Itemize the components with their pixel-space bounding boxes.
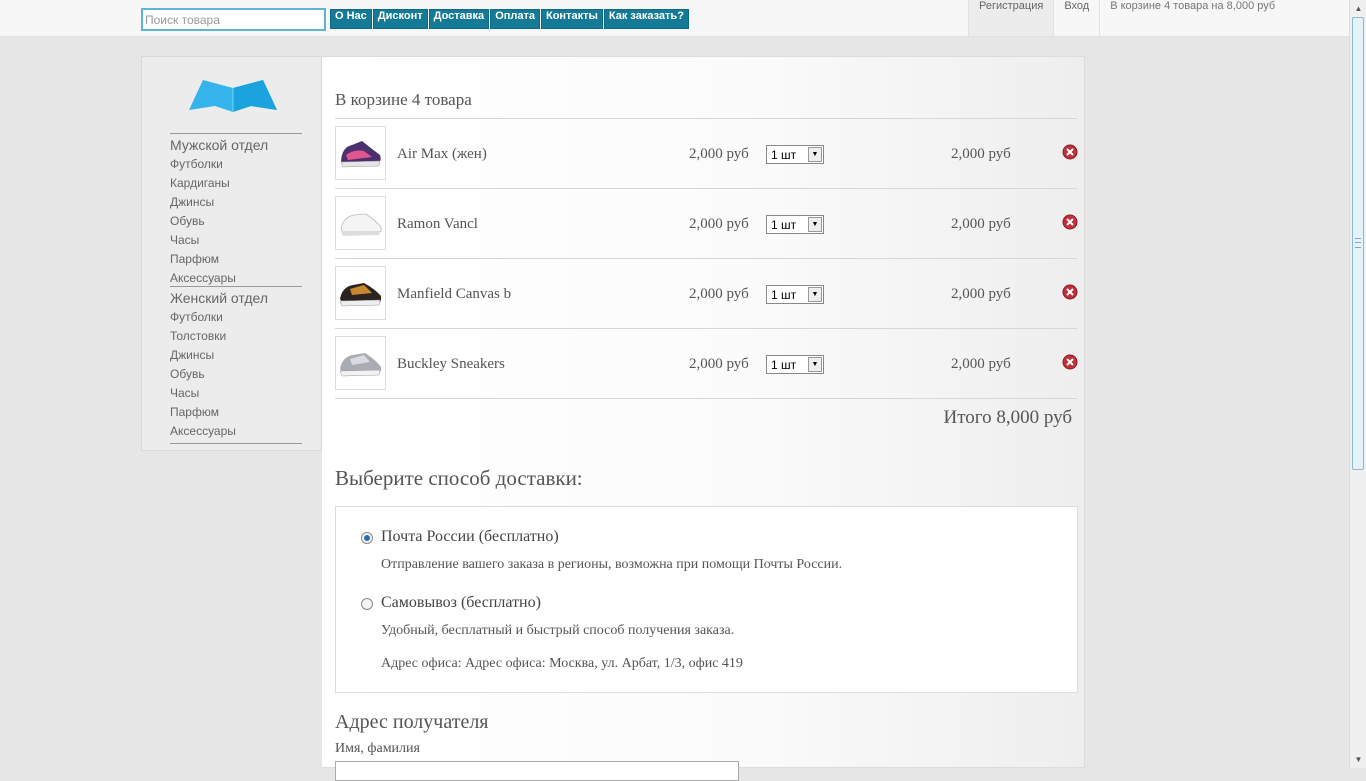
top-bar: О Нас Дисконт Доставка Оплата Контакты К…	[0, 0, 1349, 37]
nav-payment[interactable]: Оплата	[490, 9, 540, 29]
women-item-accessories[interactable]: Аксессуары	[170, 422, 302, 441]
chevron-down-icon[interactable]: ▼	[808, 217, 822, 232]
quantity-value: 1 шт	[771, 218, 797, 232]
name-field[interactable]	[335, 761, 739, 781]
product-price: 2,000 руб	[689, 356, 749, 372]
cart-row: Buckley Sneakers 2,000 руб 1 шт ▼ 2,000 р…	[335, 328, 1078, 399]
sneaker-image-icon	[339, 353, 382, 377]
row-total: 2,000 руб	[951, 216, 1011, 232]
women-item-hoodies[interactable]: Толстовки	[170, 327, 302, 346]
product-price: 2,000 руб	[689, 216, 749, 232]
women-category-title[interactable]: Женский отдел	[170, 286, 302, 308]
product-thumbnail[interactable]	[335, 126, 386, 180]
product-name[interactable]: Ramon Vancl	[397, 216, 478, 233]
scroll-thumb[interactable]	[1352, 17, 1364, 470]
women-item-tshirts[interactable]: Футболки	[170, 308, 302, 327]
nav-how-to-order[interactable]: Как заказать?	[603, 9, 689, 29]
cart-divider	[335, 398, 1077, 399]
cart-row: Ramon Vancl 2,000 руб 1 шт ▼ 2,000 руб	[335, 188, 1078, 259]
sneaker-image-icon	[340, 213, 382, 236]
cart-row: Manfield Canvas b 2,000 руб 1 шт ▼ 2,000 …	[335, 258, 1078, 329]
cart-title: В корзине 4 товара	[335, 90, 472, 109]
women-item-perfume[interactable]: Парфюм	[170, 403, 302, 422]
delivery-radio-post[interactable]	[361, 532, 373, 544]
nav-contacts[interactable]: Контакты	[541, 9, 603, 29]
product-price: 2,000 руб	[689, 286, 749, 302]
login-link[interactable]: Вход	[1053, 0, 1099, 36]
cart-main: В корзине 4 товара Air Max (жен) 2,000 р…	[322, 56, 1085, 781]
product-price: 2,000 руб	[689, 146, 749, 162]
quantity-value: 1 шт	[771, 148, 797, 162]
men-item-shoes[interactable]: Обувь	[170, 212, 302, 231]
quantity-select[interactable]: 1 шт ▼	[766, 285, 824, 304]
user-links: Регистрация Вход В корзине 4 товара на 8…	[968, 0, 1285, 36]
delivery-option-name[interactable]: Самовывоз (бесплатно)	[381, 594, 541, 612]
women-item-watches[interactable]: Часы	[170, 384, 302, 403]
sneaker-image-icon	[339, 283, 382, 307]
search-input[interactable]	[141, 8, 326, 31]
women-category: Женский отдел Футболки Толстовки Джинсы …	[170, 286, 302, 444]
remove-item-icon[interactable]	[1062, 214, 1078, 230]
main-nav: О Нас Дисконт Доставка Оплата Контакты К…	[330, 9, 690, 29]
scroll-up-arrow-icon[interactable]: ▲	[1351, 0, 1366, 17]
product-name[interactable]: Buckley Sneakers	[397, 356, 505, 373]
nav-about[interactable]: О Нас	[330, 9, 372, 29]
recipient-title: Адрес получателя	[335, 711, 489, 733]
men-item-watches[interactable]: Часы	[170, 231, 302, 250]
delivery-option-desc: Отправление вашего заказа в регионы, воз…	[381, 557, 843, 572]
product-thumbnail[interactable]	[335, 266, 386, 320]
men-category: Мужской отдел Футболки Кардиганы Джинсы …	[170, 133, 302, 288]
men-item-tshirts[interactable]: Футболки	[170, 155, 302, 174]
page-scrollbar[interactable]: ▲ ▼	[1349, 0, 1366, 768]
delivery-options: Почта России (бесплатно) Отправление ваш…	[335, 506, 1078, 693]
nav-discount[interactable]: Дисконт	[372, 9, 428, 29]
quantity-select[interactable]: 1 шт ▼	[766, 215, 824, 234]
category-divider	[170, 443, 302, 444]
row-total: 2,000 руб	[951, 286, 1011, 302]
category-sidebar: Мужской отдел Футболки Кардиганы Джинсы …	[141, 56, 322, 451]
women-item-jeans[interactable]: Джинсы	[170, 346, 302, 365]
scroll-down-arrow-icon[interactable]: ▼	[1351, 751, 1366, 768]
delivery-option-desc: Удобный, бесплатный и быстрый способ пол…	[381, 623, 735, 638]
sneaker-image-icon	[340, 141, 381, 168]
quantity-value: 1 шт	[771, 358, 797, 372]
name-field-label: Имя, фамилия	[335, 741, 420, 756]
pickup-address: Адрес офиса: Адрес офиса: Москва, ул. Ар…	[381, 656, 743, 671]
shop-logo-icon[interactable]	[189, 78, 277, 112]
men-item-cardigans[interactable]: Кардиганы	[170, 174, 302, 193]
quantity-select[interactable]: 1 шт ▼	[766, 355, 824, 374]
product-name[interactable]: Manfield Canvas b	[397, 286, 511, 303]
register-link[interactable]: Регистрация	[968, 0, 1054, 36]
delivery-option-name[interactable]: Почта России (бесплатно)	[381, 528, 559, 546]
product-name[interactable]: Air Max (жен)	[397, 146, 487, 163]
product-thumbnail[interactable]	[335, 336, 386, 390]
remove-item-icon[interactable]	[1062, 354, 1078, 370]
chevron-down-icon[interactable]: ▼	[808, 287, 822, 302]
men-item-perfume[interactable]: Парфюм	[170, 250, 302, 269]
men-category-title[interactable]: Мужской отдел	[170, 133, 302, 155]
delivery-radio-pickup[interactable]	[361, 598, 373, 610]
product-thumbnail[interactable]	[335, 196, 386, 250]
men-item-jeans[interactable]: Джинсы	[170, 193, 302, 212]
chevron-down-icon[interactable]: ▼	[808, 147, 822, 162]
cart-summary-link[interactable]: В корзине 4 товара на 8,000 руб	[1099, 0, 1285, 36]
row-total: 2,000 руб	[951, 146, 1011, 162]
remove-item-icon[interactable]	[1062, 284, 1078, 300]
women-item-shoes[interactable]: Обувь	[170, 365, 302, 384]
grand-total: Итого 8,000 руб	[943, 407, 1072, 428]
remove-item-icon[interactable]	[1062, 144, 1078, 160]
row-total: 2,000 руб	[951, 356, 1011, 372]
delivery-title: Выберите способ доставки:	[335, 466, 583, 490]
quantity-select[interactable]: 1 шт ▼	[766, 145, 824, 164]
nav-delivery[interactable]: Доставка	[428, 9, 490, 29]
cart-row: Air Max (жен) 2,000 руб 1 шт ▼ 2,000 руб	[335, 118, 1078, 189]
quantity-value: 1 шт	[771, 288, 797, 302]
chevron-down-icon[interactable]: ▼	[808, 357, 822, 372]
